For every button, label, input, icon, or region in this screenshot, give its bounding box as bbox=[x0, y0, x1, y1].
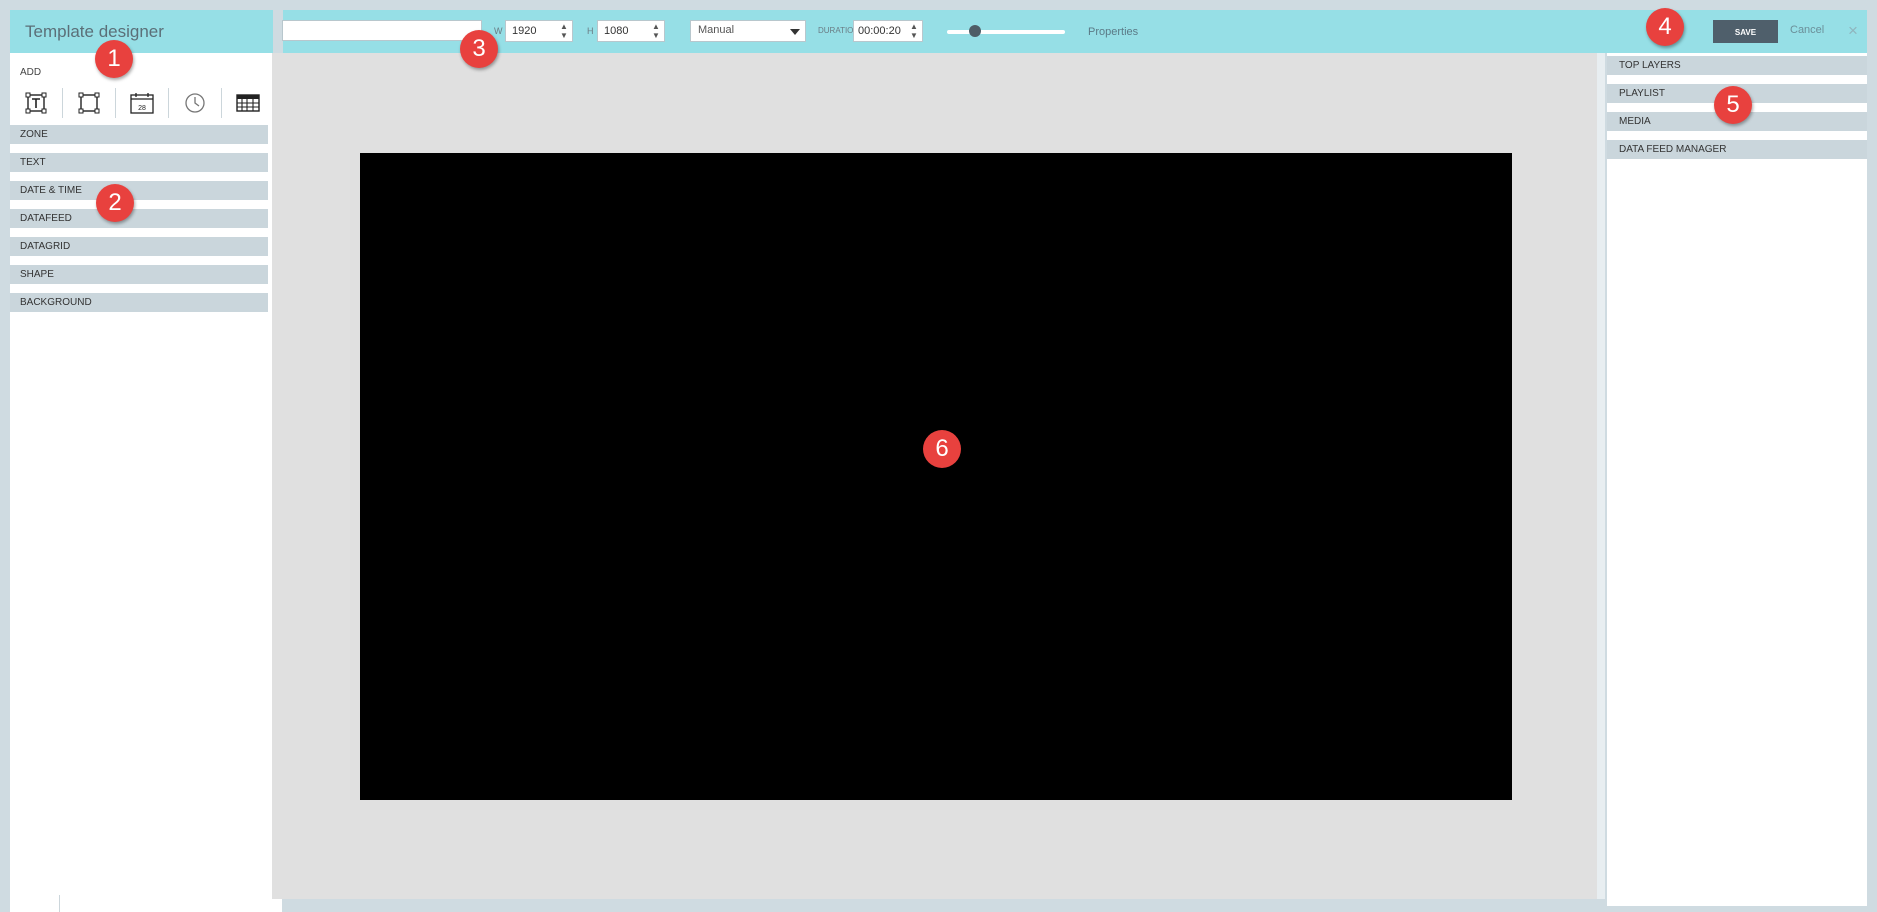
workspace-scrollbar[interactable] bbox=[1597, 53, 1605, 899]
section-text[interactable]: TEXT bbox=[10, 153, 268, 172]
stepper-arrows-icon[interactable]: ▲ ▼ bbox=[909, 22, 919, 40]
template-name-input[interactable] bbox=[282, 20, 482, 41]
stepper-arrows-icon[interactable]: ▲ ▼ bbox=[651, 22, 661, 40]
section-shape[interactable]: SHAPE bbox=[10, 265, 268, 284]
width-label: W bbox=[494, 26, 503, 36]
save-button[interactable]: SAVE bbox=[1713, 20, 1778, 43]
height-stepper[interactable]: 1080 ▲ ▼ bbox=[597, 20, 665, 42]
section-date-time[interactable]: DATE & TIME bbox=[10, 181, 268, 200]
callout-marker: 1 bbox=[95, 40, 133, 78]
calendar-icon[interactable]: 28 bbox=[116, 83, 168, 123]
add-label: ADD bbox=[20, 67, 42, 78]
workspace bbox=[272, 53, 1597, 899]
top-toolbar: Template designer W 1920 ▲ ▼ H 1080 ▲ ▼ Ma… bbox=[10, 10, 1867, 53]
section-datafeed[interactable]: DATAFEED bbox=[10, 209, 268, 228]
mode-value: Manual bbox=[698, 24, 735, 36]
calendar-day-text: 28 bbox=[138, 105, 146, 112]
callout-marker: 6 bbox=[923, 430, 961, 468]
width-value: 1920 bbox=[512, 25, 537, 37]
zoom-slider[interactable] bbox=[947, 30, 1065, 34]
zoom-slider-thumb[interactable] bbox=[969, 25, 981, 37]
height-label: H bbox=[587, 26, 594, 36]
template-canvas[interactable] bbox=[360, 153, 1512, 800]
height-value: 1080 bbox=[604, 25, 629, 37]
section-top-layers[interactable]: TOP LAYERS bbox=[1607, 56, 1867, 75]
section-background[interactable]: BACKGROUND bbox=[10, 293, 268, 312]
callout-marker: 5 bbox=[1714, 86, 1752, 124]
grid-icon[interactable] bbox=[222, 83, 274, 123]
duration-stepper[interactable]: 00:00:20 ▲ ▼ bbox=[853, 20, 923, 42]
cancel-link[interactable]: Cancel bbox=[1790, 24, 1824, 36]
clock-icon[interactable] bbox=[169, 83, 221, 123]
left-panel: ADD 28 ZONE TEXT DATE & TIME DATAFEED DA… bbox=[10, 53, 282, 912]
section-zone[interactable]: ZONE bbox=[10, 125, 268, 144]
right-panel: TOP LAYERS PLAYLIST MEDIA DATA FEED MANA… bbox=[1607, 53, 1867, 906]
close-icon[interactable]: × bbox=[1848, 21, 1858, 41]
width-stepper[interactable]: 1920 ▲ ▼ bbox=[505, 20, 573, 42]
section-data-feed-manager[interactable]: DATA FEED MANAGER bbox=[1607, 140, 1867, 159]
properties-link[interactable]: Properties bbox=[1088, 26, 1138, 38]
callout-marker: 3 bbox=[460, 30, 498, 68]
zone-icon[interactable] bbox=[63, 83, 115, 123]
chevron-down-icon bbox=[790, 29, 800, 35]
duration-value: 00:00:20 bbox=[858, 25, 901, 37]
text-zone-icon[interactable] bbox=[10, 83, 62, 123]
callout-marker: 4 bbox=[1646, 8, 1684, 46]
mode-select[interactable]: Manual bbox=[690, 20, 806, 42]
add-tools: 28 bbox=[10, 83, 272, 123]
app-title: Template designer bbox=[25, 22, 164, 41]
section-datagrid[interactable]: DATAGRID bbox=[10, 237, 268, 256]
stepper-arrows-icon[interactable]: ▲ ▼ bbox=[559, 22, 569, 40]
callout-marker: 2 bbox=[96, 184, 134, 222]
left-panel-footer bbox=[59, 895, 282, 912]
